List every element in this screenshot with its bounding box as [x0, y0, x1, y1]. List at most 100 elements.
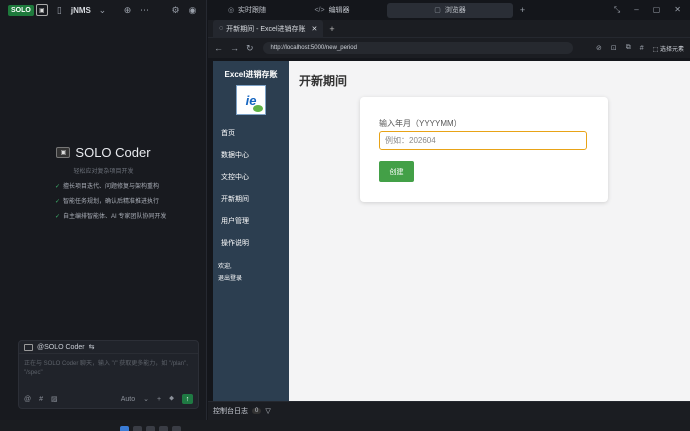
tab-editor[interactable]: </> 编辑器: [287, 3, 377, 18]
browser-navbar: ← → ↻ http://localhost:5000/new_period ⊘…: [208, 38, 690, 58]
mode-select[interactable]: Auto: [121, 396, 135, 403]
sidebar-item-help[interactable]: 操作说明: [213, 233, 289, 255]
feature-item: ✓ 自主编排智能体、AI 专家团队协同开发: [55, 214, 167, 220]
period-input-placeholder: 例如：202604: [385, 136, 436, 145]
console-bar: 控制台日志 0 ▽: [208, 401, 690, 420]
more-icon[interactable]: ⋯: [139, 5, 150, 16]
image-icon[interactable]: ▨: [51, 395, 58, 403]
select-element-label: 选择元素: [659, 46, 684, 53]
settings-icon[interactable]: ⚙: [170, 5, 181, 16]
intro-title-text: SOLO Coder: [75, 145, 151, 160]
mode-chevron-icon[interactable]: ⌄: [143, 395, 149, 403]
stop-icon[interactable]: ⊘: [596, 44, 602, 52]
browser-actions: ⊘ ⊡ ⧉ # ⬚ 选择元素: [596, 44, 684, 53]
period-input[interactable]: 例如：202604: [379, 131, 587, 150]
window-controls: ⤡ – ▢ ✕: [614, 5, 687, 15]
taskbar-app-icon[interactable]: [172, 426, 181, 431]
sidebar-item-user-management[interactable]: 用户管理: [213, 211, 289, 233]
sidebar-item-document-center[interactable]: 文控中心: [213, 167, 289, 189]
taskbar: [0, 420, 690, 431]
tab-follow-label: 实时跟随: [238, 7, 267, 14]
tab-close-icon[interactable]: ✕: [312, 25, 318, 33]
hash-icon[interactable]: #: [640, 45, 644, 52]
taskbar-app-icon[interactable]: [133, 426, 142, 431]
project-title[interactable]: jNMS: [71, 6, 91, 15]
close-icon[interactable]: ✕: [674, 5, 681, 15]
url-text: http://localhost:5000/new_period: [270, 45, 357, 51]
feature-item: ✓ 擅长项目迭代、问题修复与架构重构: [55, 184, 160, 190]
brand-logo: ie: [236, 85, 266, 115]
check-icon: ✓: [55, 184, 61, 190]
new-browser-tab-icon[interactable]: +: [329, 24, 334, 34]
maximize-icon[interactable]: ▢: [653, 5, 661, 15]
sidebar-item-new-period[interactable]: 开新期间: [213, 189, 289, 211]
send-button[interactable]: ↑: [182, 394, 193, 404]
solo-mode-icon: ▣: [35, 4, 48, 16]
add-tab-icon[interactable]: +: [517, 5, 528, 15]
chat-toolbar: @ # ▨ Auto ⌄ + ⬥ ↑: [24, 394, 193, 404]
check-icon: ✓: [55, 199, 61, 205]
chevron-down-icon[interactable]: ⌄: [97, 5, 108, 16]
start-icon[interactable]: [120, 426, 129, 431]
logo-leaf-icon: [253, 105, 263, 112]
main-content: 开新期间 输入年月（YYYYMM） 例如：202604 创建: [289, 61, 690, 401]
solo-badge[interactable]: SOLO ▣: [8, 4, 48, 16]
mic-icon[interactable]: ⬥: [169, 395, 174, 403]
welcome-text: 欢迎,: [218, 264, 232, 270]
mention-icon[interactable]: @: [24, 396, 31, 403]
sidebar-item-home[interactable]: 首页: [213, 123, 289, 145]
console-filter-icon[interactable]: ▽: [265, 407, 270, 415]
forward-icon[interactable]: →: [230, 43, 239, 53]
back-icon[interactable]: ←: [214, 43, 223, 53]
page-title: 开新期间: [299, 74, 348, 88]
brand-title: Excel进销存账: [224, 70, 278, 79]
url-input[interactable]: http://localhost:5000/new_period: [262, 42, 573, 54]
account-icon[interactable]: ◉: [187, 5, 198, 16]
add-context-icon[interactable]: +: [157, 396, 161, 403]
tab-follow[interactable]: ◎ 实时跟随: [211, 3, 283, 18]
taskbar-app-icon[interactable]: [159, 426, 168, 431]
screenshot-icon[interactable]: ⊡: [611, 44, 617, 52]
sidebar-footer: 欢迎, 退出登录: [213, 261, 289, 285]
app-window: SOLO ▣ ▯ jNMS ⌄ ⊕ ⋯ ⚙ ◉ ▣ SOLO Coder 轻松应…: [0, 0, 690, 431]
chat-input-box[interactable]: @SOLO Coder ⇆ 正在与 SOLO Coder 聊天，输入 "/" 获…: [18, 340, 199, 409]
new-chat-icon[interactable]: ⊕: [122, 5, 133, 16]
solo-logo-icon: ▣: [56, 147, 71, 158]
console-label[interactable]: 控制台日志: [213, 406, 248, 416]
feature-list: ✓ 擅长项目迭代、问题修复与架构重构 ✓ 智能任务规划，确认后精准推进执行 ✓ 自主编…: [0, 181, 207, 220]
swap-agent-icon[interactable]: ⇆: [89, 343, 95, 351]
feature-item: ✓ 智能任务规划，确认后精准推进执行: [55, 199, 160, 205]
solo-toolbar: SOLO ▣ ▯ jNMS ⌄ ⊕ ⋯ ⚙ ◉: [0, 0, 206, 20]
browser-tab[interactable]: ◌ 开新期间 - Excel进销存账 ✕: [213, 19, 324, 38]
sidebar-toggle-icon[interactable]: ▯: [54, 5, 65, 16]
globe-icon: ◌: [219, 25, 224, 32]
check-icon: ✓: [55, 214, 61, 220]
taskbar-app-icon[interactable]: [146, 426, 155, 431]
follow-icon: ◎: [227, 7, 235, 14]
view-tabs: ◎ 实时跟随 </> 编辑器 ▢ 浏览器 + ⤡ – ▢ ✕: [208, 0, 690, 20]
tab-browser-label: 浏览器: [444, 7, 466, 14]
tab-browser[interactable]: ▢ 浏览器: [387, 2, 513, 18]
minimize-icon[interactable]: –: [634, 5, 638, 15]
period-form-card: 输入年月（YYYYMM） 例如：202604 创建: [360, 97, 608, 202]
tab-editor-label: 编辑器: [328, 7, 350, 14]
devtools-icon[interactable]: ⧉: [626, 44, 631, 52]
select-element-button[interactable]: ⬚ 选择元素: [653, 44, 684, 53]
reload-icon[interactable]: ↻: [246, 43, 254, 54]
browser-tab-title: 开新期间 - Excel进销存账: [226, 25, 306, 33]
collapse-icon[interactable]: ⤡: [614, 5, 620, 15]
create-button[interactable]: 创建: [379, 161, 414, 182]
agent-name: @SOLO Coder: [37, 343, 85, 351]
chat-input[interactable]: 正在与 SOLO Coder 聊天，输入 "/" 获取更多能力，如 "/plan…: [19, 354, 198, 384]
chat-agent-header: @SOLO Coder ⇆: [19, 341, 198, 354]
console-count: 0: [252, 408, 262, 414]
sidebar-item-data-center[interactable]: 数据中心: [213, 145, 289, 167]
browser-icon: ▢: [434, 7, 441, 14]
preview-area: ◎ 实时跟随 </> 编辑器 ▢ 浏览器 + ⤡ – ▢ ✕ ◌ 开新期间 -: [208, 0, 690, 420]
agent-icon: [24, 343, 33, 351]
code-icon: </>: [314, 6, 325, 14]
intro-title: ▣ SOLO Coder: [0, 145, 207, 160]
hash-icon[interactable]: #: [39, 396, 43, 403]
solo-panel: SOLO ▣ ▯ jNMS ⌄ ⊕ ⋯ ⚙ ◉ ▣ SOLO Coder 轻松应…: [0, 0, 207, 420]
logout-link[interactable]: 退出登录: [218, 273, 284, 285]
